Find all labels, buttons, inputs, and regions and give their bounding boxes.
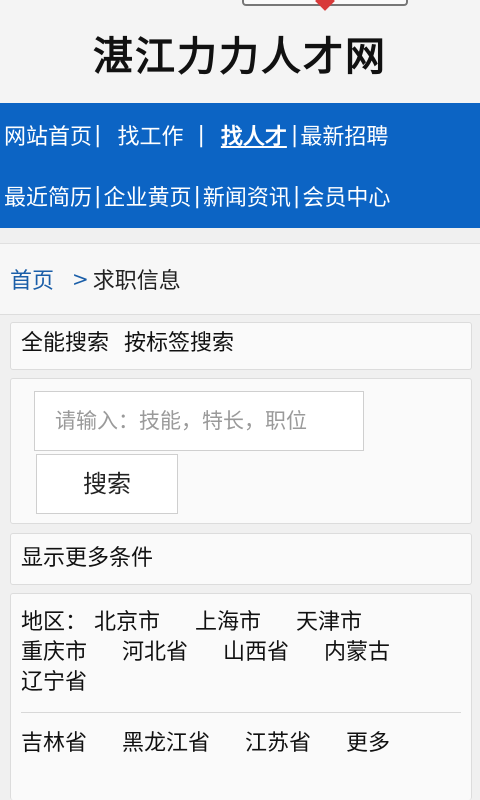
nav-row-2: 最近简历 | 企业黄页 | 新闻资讯 | 会员中心: [0, 176, 480, 216]
breadcrumb-home[interactable]: 首页: [10, 263, 54, 295]
nav-company-directory[interactable]: 企业黄页: [103, 180, 191, 212]
more-conditions-toggle[interactable]: 显示更多条件: [11, 534, 471, 584]
nav-separator: |: [94, 122, 102, 148]
search-input[interactable]: 请输入：技能，特长，职位: [34, 391, 364, 451]
nav-member-center[interactable]: 会员中心: [302, 180, 390, 212]
nav-news[interactable]: 新闻资讯: [203, 180, 291, 212]
search-panel: 请输入：技能，特长，职位 搜索: [10, 378, 472, 524]
region-item[interactable]: 辽宁省: [21, 670, 87, 695]
region-item[interactable]: 河北省: [122, 640, 188, 665]
nav-separator: |: [193, 183, 201, 209]
region-label: 地区：: [21, 610, 88, 635]
nav-separator: |: [290, 122, 299, 148]
breadcrumb: 首页 > 求职信息: [0, 243, 480, 315]
breadcrumb-arrow-icon: >: [72, 267, 89, 291]
region-item[interactable]: 上海市: [195, 610, 261, 635]
site-title: 湛江力力人才网: [93, 33, 387, 80]
region-item[interactable]: 吉林省: [21, 731, 87, 756]
breadcrumb-current: 求职信息: [92, 269, 181, 294]
site-header: 湛江力力人才网: [0, 0, 480, 103]
region-item[interactable]: 内蒙古: [324, 640, 390, 665]
search-button[interactable]: 搜索: [36, 454, 178, 514]
region-item[interactable]: 山西省: [223, 640, 289, 665]
region-divider: [21, 712, 461, 713]
region-item[interactable]: 江苏省: [245, 731, 311, 756]
tab-tag-search[interactable]: 按标签搜索: [124, 331, 234, 356]
nav-find-job[interactable]: 找工作: [117, 119, 183, 151]
region-more-link[interactable]: 更多: [346, 731, 390, 756]
tab-full-search[interactable]: 全能搜索: [21, 331, 109, 356]
region-filter: 地区： 北京市 上海市 天津市 重庆市 河北省 山西省 内蒙古 辽宁省 吉林省 …: [10, 593, 472, 800]
nav-latest-jobs[interactable]: 最新招聘: [300, 119, 388, 151]
region-item[interactable]: 黑龙江省: [122, 731, 210, 756]
nav-separator: |: [197, 122, 205, 148]
nav-separator: |: [292, 183, 301, 209]
search-tabs: 全能搜索 按标签搜索: [10, 322, 472, 370]
nav-row-1: 网站首页 | 找工作 | 找人才 | 最新招聘: [0, 115, 480, 155]
more-conditions-panel: 显示更多条件: [10, 533, 472, 585]
main-nav: 网站首页 | 找工作 | 找人才 | 最新招聘 最近简历 | 企业黄页 | 新闻…: [0, 103, 480, 228]
region-item[interactable]: 天津市: [296, 610, 362, 635]
region-item[interactable]: 北京市: [94, 610, 160, 635]
region-item[interactable]: 重庆市: [21, 640, 87, 665]
nav-find-talent[interactable]: 找人才: [221, 119, 287, 151]
nav-home[interactable]: 网站首页: [4, 119, 92, 151]
nav-latest-resumes[interactable]: 最近简历: [4, 180, 92, 212]
nav-separator: |: [94, 183, 102, 209]
